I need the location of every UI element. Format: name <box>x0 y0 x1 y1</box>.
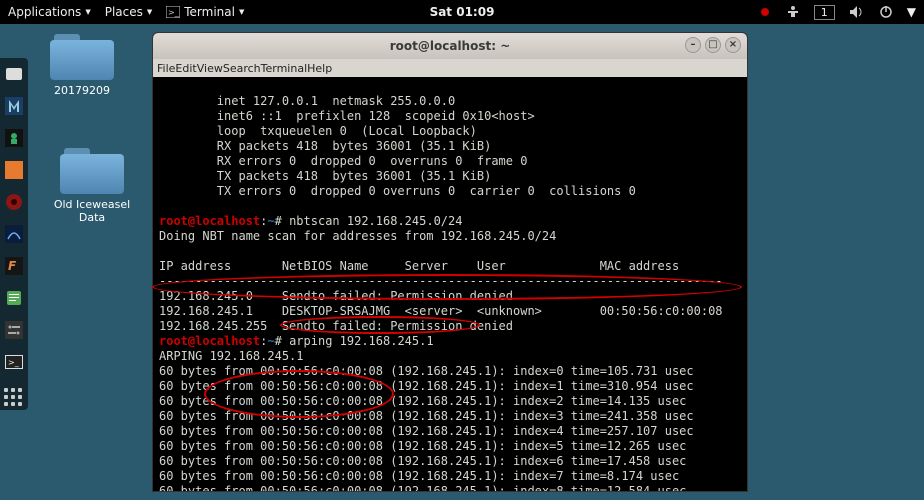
term-line: 60 bytes from 00:50:56:c0:00:08 (192.168… <box>159 379 694 393</box>
workspace-indicator[interactable]: 1 <box>814 5 835 20</box>
dock-item-faraday[interactable]: F <box>4 256 24 276</box>
svg-text:F: F <box>8 259 17 273</box>
term-line: ----------------------------------------… <box>159 274 723 288</box>
places-label: Places <box>105 5 143 19</box>
chevron-down-icon: ▼ <box>147 8 152 16</box>
term-line: 192.168.245.0 Sendto failed: Permission … <box>159 289 513 303</box>
folder-label: 20179209 <box>42 84 122 97</box>
dock-item-terminal-shortcut[interactable]: >_ <box>4 352 24 372</box>
term-line: 60 bytes from 00:50:56:c0:00:08 (192.168… <box>159 424 694 438</box>
close-button[interactable]: × <box>725 37 741 53</box>
dock-item-maltego[interactable] <box>4 192 24 212</box>
folder-label: Old Iceweasel Data <box>42 198 142 224</box>
minimize-button[interactable]: – <box>685 37 701 53</box>
grid-icon <box>4 388 24 408</box>
term-line: IP address NetBIOS Name Server User MAC … <box>159 259 679 273</box>
prompt-user: root@localhost <box>159 214 260 228</box>
chevron-down-icon: ▼ <box>85 8 90 16</box>
term-line: 60 bytes from 00:50:56:c0:00:08 (192.168… <box>159 439 686 453</box>
desktop-folder-2[interactable]: Old Iceweasel Data <box>42 144 142 224</box>
term-line: 192.168.245.1 DESKTOP-SRSAJMG <server> <… <box>159 304 723 318</box>
clock[interactable]: Sat 01:09 <box>430 5 495 19</box>
term-line: TX packets 418 bytes 36001 (35.1 KiB) <box>159 169 491 183</box>
dock-item-leafpad[interactable] <box>4 288 24 308</box>
dock-item-armitage[interactable] <box>4 128 24 148</box>
terminal-body[interactable]: inet 127.0.0.1 netmask 255.0.0.0 inet6 :… <box>153 77 747 491</box>
term-line: inet 127.0.0.1 netmask 255.0.0.0 <box>159 94 455 108</box>
folder-icon <box>60 144 124 194</box>
prompt-user: root@localhost <box>159 334 260 348</box>
dock-item-files[interactable] <box>4 64 24 84</box>
volume-icon[interactable] <box>849 5 865 19</box>
power-icon[interactable] <box>879 5 893 19</box>
places-menu[interactable]: Places ▼ <box>105 5 153 19</box>
desktop-folder-1[interactable]: 20179209 <box>42 30 122 97</box>
dock-item-beef[interactable] <box>4 224 24 244</box>
term-line: 60 bytes from 00:50:56:c0:00:08 (192.168… <box>159 409 694 423</box>
term-line: inet6 ::1 prefixlen 128 scopeid 0x10<hos… <box>159 109 535 123</box>
terminal-titlebar[interactable]: root@localhost: ~ – □ × <box>153 33 747 59</box>
dock: F >_ <box>0 58 28 410</box>
term-line: RX packets 418 bytes 36001 (35.1 KiB) <box>159 139 491 153</box>
prompt-path: ~ <box>267 214 274 228</box>
terminal-window: root@localhost: ~ – □ × File Edit View S… <box>152 32 748 492</box>
prompt-cmd: # arping 192.168.245.1 <box>275 334 434 348</box>
term-line: 192.168.245.255 Sendto failed: Permissio… <box>159 319 513 333</box>
menu-search[interactable]: Search <box>223 62 261 75</box>
term-line: Doing NBT name scan for addresses from 1… <box>159 229 556 243</box>
term-line: 60 bytes from 00:50:56:c0:00:08 (192.168… <box>159 484 686 491</box>
term-line: RX errors 0 dropped 0 overruns 0 frame 0 <box>159 154 527 168</box>
term-line: 60 bytes from 00:50:56:c0:00:08 (192.168… <box>159 454 686 468</box>
maximize-button[interactable]: □ <box>705 37 721 53</box>
prompt-cmd: # nbtscan 192.168.245.0/24 <box>275 214 463 228</box>
accessibility-icon[interactable] <box>786 5 800 19</box>
menu-file[interactable]: File <box>157 62 175 75</box>
svg-text:>_: >_ <box>8 358 20 367</box>
term-line: ARPING 192.168.245.1 <box>159 349 304 363</box>
prompt-path: ~ <box>267 334 274 348</box>
chevron-down-icon: ▼ <box>239 8 244 16</box>
term-line: TX errors 0 dropped 0 overruns 0 carrier… <box>159 184 636 198</box>
dock-show-apps[interactable] <box>4 384 24 404</box>
menu-edit[interactable]: Edit <box>175 62 196 75</box>
term-prompt: root@localhost:~# arping 192.168.245.1 <box>159 334 434 348</box>
applications-label: Applications <box>8 5 81 19</box>
terminal-menubar: File Edit View Search Terminal Help <box>153 59 747 77</box>
menu-terminal[interactable]: Terminal <box>261 62 308 75</box>
svg-text:>_: >_ <box>168 8 180 17</box>
term-line: loop txqueuelen 0 (Local Loopback) <box>159 124 477 138</box>
term-line: 60 bytes from 00:50:56:c0:00:08 (192.168… <box>159 469 679 483</box>
terminal-label: Terminal <box>184 5 235 19</box>
term-line: 60 bytes from 00:50:56:c0:00:08 (192.168… <box>159 394 686 408</box>
top-panel: Applications ▼ Places ▼ >_ Terminal ▼ Sa… <box>0 0 924 24</box>
term-line: 60 bytes from 00:50:56:c0:00:08 (192.168… <box>159 364 694 378</box>
dock-item-tweaks[interactable] <box>4 320 24 340</box>
terminal-icon: >_ <box>166 6 180 18</box>
record-icon[interactable] <box>758 5 772 19</box>
terminal-title: root@localhost: ~ <box>390 39 511 53</box>
menu-view[interactable]: View <box>197 62 223 75</box>
dock-item-burp[interactable] <box>4 160 24 180</box>
menu-help[interactable]: Help <box>307 62 332 75</box>
applications-menu[interactable]: Applications ▼ <box>8 5 91 19</box>
terminal-menu[interactable]: >_ Terminal ▼ <box>166 5 244 19</box>
dock-item-metasploit[interactable] <box>4 96 24 116</box>
chevron-down-icon[interactable]: ▼ <box>907 5 916 19</box>
term-prompt: root@localhost:~# nbtscan 192.168.245.0/… <box>159 214 462 228</box>
folder-icon <box>50 30 114 80</box>
